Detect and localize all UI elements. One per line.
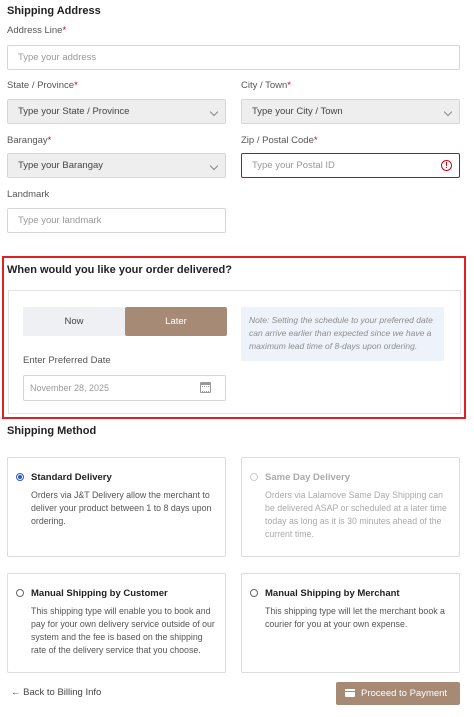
landmark-placeholder: Type your landmark [18,215,102,226]
preferred-date-placeholder: November 28, 2025 [30,383,110,393]
shipping-option-same-day: Same Day Delivery Orders via Lalamove Sa… [241,457,460,557]
calendar-icon[interactable] [200,382,211,393]
shipping-address-title: Shipping Address [7,5,101,17]
shipping-option-description: Orders via J&T Delivery allow the mercha… [31,490,212,526]
delivery-note: Note: Setting the schedule to your prefe… [241,307,444,361]
chevron-down-icon [443,107,453,117]
state-select[interactable]: Type your State / Province [7,99,226,124]
preferred-date-label: Enter Preferred Date [23,355,111,366]
delivery-now-button[interactable]: Now [23,307,125,336]
shipping-method-title: Shipping Method [7,425,97,437]
error-circle-icon: ! [441,160,452,171]
city-select[interactable]: Type your City / Town [241,99,460,124]
address-line-input[interactable]: Type your address [7,45,460,70]
shipping-option-manual-customer[interactable]: Manual Shipping by Customer This shippin… [7,573,226,673]
zip-placeholder: Type your Postal ID [252,160,335,171]
landmark-label: Landmark [7,189,50,200]
city-label: City / Town* [241,80,291,91]
barangay-select[interactable]: Type your Barangay [7,153,226,178]
shipping-option-title: Manual Shipping by Customer [31,588,168,599]
barangay-label: Barangay* [7,135,52,146]
zip-input[interactable]: Type your Postal ID ! [241,153,460,178]
delivery-later-button[interactable]: Later [125,307,227,336]
address-line-placeholder: Type your address [18,52,97,63]
city-select-value: Type your City / Town [252,106,343,117]
chevron-down-icon [209,107,219,117]
landmark-input[interactable]: Type your landmark [7,208,226,233]
shipping-option-description: This shipping type will let the merchant… [265,606,445,629]
back-to-billing-link[interactable]: ← Back to Billing Info [11,687,101,698]
radio-disabled-icon [250,473,258,481]
preferred-date-input[interactable]: November 28, 2025 [23,375,226,401]
radio-selected-icon[interactable] [16,473,24,481]
radio-unselected-icon[interactable] [16,589,24,597]
credit-card-icon [345,689,355,697]
shipping-option-title: Standard Delivery [31,472,112,483]
shipping-option-description: This shipping type will enable you to bo… [31,606,215,655]
shipping-option-manual-merchant[interactable]: Manual Shipping by Merchant This shippin… [241,573,460,673]
state-label: State / Province* [7,80,78,91]
shipping-option-description: Orders via Lalamove Same Day Shipping ca… [265,490,447,539]
radio-unselected-icon[interactable] [250,589,258,597]
barangay-select-value: Type your Barangay [18,160,104,171]
delivery-title: When would you like your order delivered… [7,264,232,276]
zip-label: Zip / Postal Code* [241,135,318,146]
state-select-value: Type your State / Province [18,106,130,117]
shipping-option-standard[interactable]: Standard Delivery Orders via J&T Deliver… [7,457,226,557]
proceed-to-payment-button[interactable]: Proceed to Payment [336,682,460,705]
shipping-option-title: Same Day Delivery [265,472,351,483]
shipping-option-title: Manual Shipping by Merchant [265,588,400,599]
proceed-to-payment-label: Proceed to Payment [361,688,448,699]
chevron-down-icon [209,161,219,171]
address-line-label: Address Line* [7,25,67,36]
